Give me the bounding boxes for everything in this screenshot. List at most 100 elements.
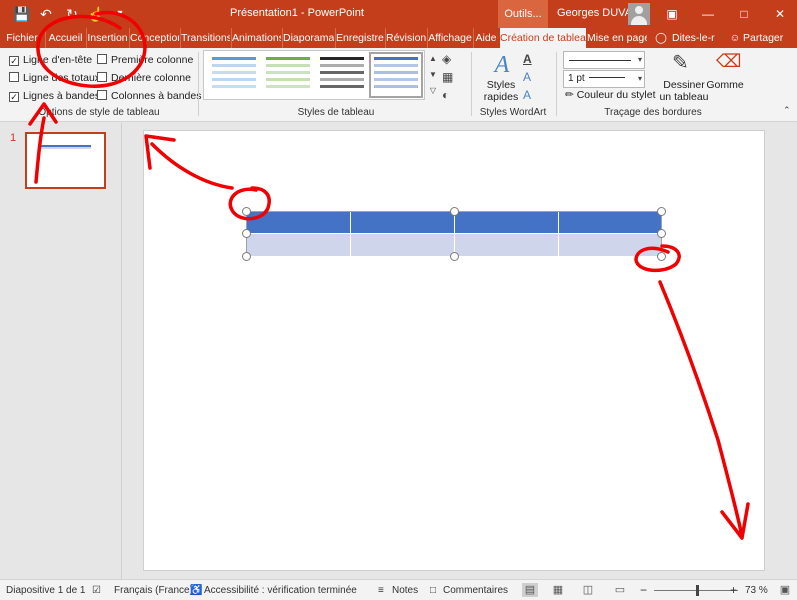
draw-table-icon[interactable]: ✎ <box>672 50 689 75</box>
tab-aide[interactable]: Aide <box>473 28 498 48</box>
borders-icon[interactable]: ▦ <box>442 70 453 84</box>
resize-handle-bottom[interactable] <box>450 252 459 261</box>
tab-mise-en-page[interactable]: Mise en page <box>587 28 647 48</box>
status-bar: Diapositive 1 de 1 ☑ Français (France) ♿… <box>0 579 797 600</box>
chevron-up-icon[interactable]: ▲ <box>428 52 438 66</box>
slideshow-icon[interactable]: ▭ <box>612 583 628 597</box>
zoom-in-button[interactable]: + <box>730 583 737 597</box>
zoom-level[interactable]: 73 % <box>745 585 768 596</box>
tab-animations[interactable]: Animations <box>231 28 281 48</box>
touch-mode-icon[interactable]: ☝ <box>86 4 106 24</box>
reading-view-icon[interactable]: ◫ <box>580 583 596 597</box>
comments-button[interactable]: Commentaires <box>443 585 508 596</box>
slide[interactable] <box>143 130 765 571</box>
quick-styles-button[interactable]: Styles rapides <box>478 79 524 103</box>
close-icon[interactable]: ✕ <box>762 0 797 28</box>
table-style-medium-blue-selected[interactable] <box>369 52 423 98</box>
accessibility-icon[interactable]: ♿ <box>190 585 202 596</box>
tab-enregistrer[interactable]: Enregistrer <box>335 28 384 48</box>
shading-icon[interactable]: ◈ <box>442 52 451 66</box>
first-column-checkbox[interactable]: Première colonne <box>97 52 193 68</box>
maximize-icon[interactable]: □ <box>726 0 762 28</box>
minimize-icon[interactable]: — <box>690 0 726 28</box>
tab-creation-de-tableau[interactable]: Création de tableau <box>500 28 586 48</box>
text-fill-icon[interactable]: A <box>523 52 532 66</box>
slides-panel: 1 <box>0 123 122 579</box>
resize-handle-top-left[interactable] <box>242 207 251 216</box>
slide-canvas <box>123 123 797 579</box>
table-style-dark[interactable] <box>318 55 366 95</box>
notes-icon[interactable]: ≡ <box>378 585 384 596</box>
fit-to-window-icon[interactable]: ▣ <box>777 583 793 597</box>
tab-conception[interactable]: Conception <box>129 28 179 48</box>
resize-handle-right[interactable] <box>657 229 666 238</box>
checkbox-label: Dernière colonne <box>111 72 191 84</box>
save-icon[interactable]: 💾 <box>12 4 32 24</box>
slide-number: 1 <box>10 132 17 144</box>
slide-info: Diapositive 1 de 1 <box>6 585 86 596</box>
tab-accueil[interactable]: Accueil <box>45 28 85 48</box>
chevron-down-icon[interactable]: ▾ <box>110 4 130 24</box>
eraser-button[interactable]: Gomme <box>704 79 746 91</box>
eraser-icon[interactable]: ⌫ <box>716 51 741 72</box>
pen-color-button[interactable]: ✏ Couleur du stylet <box>565 89 663 101</box>
tab-transitions[interactable]: Transitions <box>180 28 230 48</box>
last-column-checkbox[interactable]: Dernière colonne <box>97 70 191 86</box>
tab-insertion[interactable]: Insertion <box>86 28 128 48</box>
zoom-slider-thumb[interactable] <box>696 585 699 596</box>
table-styles-gallery[interactable] <box>203 50 425 100</box>
chevron-down-icon[interactable]: ▼ <box>428 68 438 82</box>
table-style-blue[interactable] <box>210 55 258 95</box>
avatar[interactable] <box>628 3 650 25</box>
notes-button[interactable]: Notes <box>392 585 418 596</box>
accessibility-status[interactable]: Accessibilité : vérification terminée <box>204 585 357 596</box>
redo-icon[interactable]: ↻ <box>62 4 82 24</box>
table-column-divider <box>558 212 559 256</box>
lightbulb-icon[interactable]: ◯ <box>654 28 668 48</box>
group-label-borders: Traçage des bordures <box>604 107 702 118</box>
pen-style-dropdown[interactable]: ▾ <box>563 51 645 69</box>
tab-diaporama[interactable]: Diaporama <box>282 28 334 48</box>
contextual-tools-label[interactable]: Outils... <box>498 0 548 28</box>
ribbon-tabs: Fichier Accueil Insertion Conception Tra… <box>0 28 797 48</box>
table-style-green[interactable] <box>264 55 312 95</box>
comments-icon[interactable]: □ <box>430 585 436 596</box>
spelling-icon[interactable]: ☑ <box>92 585 101 596</box>
pen-weight-dropdown[interactable]: 1 pt ▾ <box>563 70 645 88</box>
text-effects-icon[interactable]: A <box>523 88 531 102</box>
slide-thumbnail[interactable] <box>25 132 106 189</box>
language-indicator[interactable]: Français (France) <box>114 585 193 596</box>
text-outline-icon[interactable]: A <box>523 70 531 84</box>
quick-styles-icon[interactable]: A <box>482 52 522 78</box>
tab-fichier[interactable]: Fichier <box>4 28 40 48</box>
table[interactable] <box>246 211 662 256</box>
effects-icon[interactable]: ◐ <box>442 88 449 102</box>
tab-affichage[interactable]: Affichage <box>427 28 472 48</box>
person-icon[interactable]: ☺ <box>728 28 742 48</box>
checkbox-unchecked-icon <box>97 90 107 100</box>
resize-handle-bottom-left[interactable] <box>242 252 251 261</box>
checkbox-label: Ligne d'en-tête <box>23 54 93 66</box>
slide-sorter-icon[interactable]: ▦ <box>550 583 566 597</box>
total-row-checkbox[interactable]: Ligne des totaux <box>9 70 100 86</box>
banded-rows-checkbox[interactable]: ✓ Lignes à bandes <box>9 88 100 104</box>
share-button[interactable]: Partager <box>743 28 793 48</box>
resize-handle-top[interactable] <box>450 207 459 216</box>
tab-revision[interactable]: Révision <box>385 28 426 48</box>
ribbon-options-icon[interactable]: ▣ <box>654 0 690 28</box>
resize-handle-bottom-right[interactable] <box>657 252 666 261</box>
group-label-style-options: Options de style de tableau <box>38 107 160 118</box>
zoom-out-button[interactable]: − <box>640 583 647 597</box>
header-row-checkbox[interactable]: ✓ Ligne d'en-tête <box>9 52 92 68</box>
normal-view-icon[interactable]: ▤ <box>522 583 538 597</box>
collapse-ribbon-icon[interactable]: ⌃ <box>783 105 791 116</box>
resize-handle-left[interactable] <box>242 229 251 238</box>
more-styles-icon[interactable]: ▽ <box>428 84 438 98</box>
checkbox-label: Colonnes à bandes <box>111 90 202 102</box>
table-column-divider <box>350 212 351 256</box>
tell-me-input[interactable]: Dites-le-r <box>672 28 722 48</box>
resize-handle-top-right[interactable] <box>657 207 666 216</box>
user-name[interactable]: Georges DUVAL <box>557 7 638 19</box>
undo-icon[interactable]: ↶ <box>36 4 56 24</box>
banded-columns-checkbox[interactable]: Colonnes à bandes <box>97 88 202 104</box>
